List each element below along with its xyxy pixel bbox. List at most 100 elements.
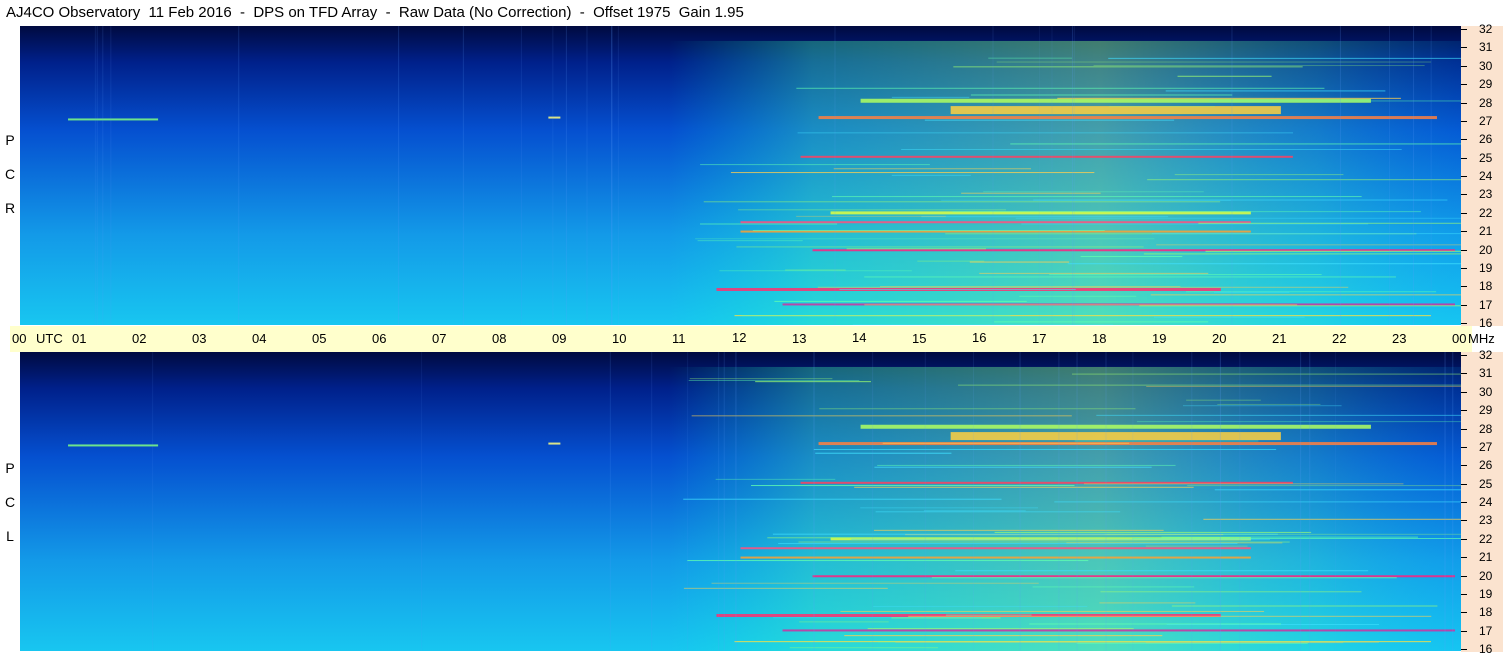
noise-streak (1165, 90, 1386, 92)
emission-band (68, 444, 159, 447)
lcp-frequency-axis: 32 31 30 29 28 27 26 25 24 23 22 21 20 19 18 17 16 (1461, 348, 1503, 656)
vertical-interference (1076, 352, 1078, 651)
noise-streak (994, 321, 1209, 323)
frequency-tick-label: 26 (1479, 458, 1493, 473)
spectrogram-activity-overlay (20, 40, 1461, 325)
noise-streak (719, 270, 912, 272)
chart-title: AJ4CO Observatory 11 Feb 2016 - DPS on T… (6, 4, 744, 21)
noise-streak (844, 635, 1163, 637)
noise-streak (819, 408, 1136, 410)
time-tick-label: 23 (1392, 331, 1407, 346)
time-tick-label: 13 (792, 331, 807, 346)
noise-streak (1096, 414, 1461, 416)
vertical-interference (1231, 26, 1233, 325)
vertical-interference (813, 352, 815, 651)
noise-streak (1205, 250, 1461, 252)
frequency-tick-label: 27 (1479, 113, 1493, 128)
vertical-interference (1191, 352, 1193, 651)
frequency-tick (1461, 410, 1467, 412)
noise-streak (840, 610, 1265, 612)
vertical-interference (520, 26, 522, 325)
noise-streak (952, 211, 1421, 213)
vertical-interference (1073, 26, 1075, 325)
noise-streak (877, 464, 1176, 466)
noise-streak (774, 300, 1027, 302)
time-tick-label: 01 (72, 331, 87, 346)
noise-streak (715, 478, 836, 480)
noise-streak (1083, 483, 1404, 485)
time-axis: 00 01 02 03 04 05 06 07 08 09 10 11 12 13 14 15 16 17 18 19… (10, 326, 1495, 352)
bottom-strip (0, 652, 1461, 672)
frequency-tick (1461, 630, 1467, 632)
emission-band (740, 547, 1251, 550)
noise-streak (924, 119, 1175, 121)
rcp-spectrogram-svg (20, 26, 1461, 325)
noise-streak (970, 94, 1233, 96)
vertical-interference (609, 352, 611, 651)
frequency-tick (1461, 649, 1467, 650)
time-tick-label: 20 (1212, 331, 1227, 346)
noise-streak (931, 577, 1397, 579)
vertical-interference (1051, 26, 1053, 325)
vertical-interference (1219, 352, 1221, 651)
frequency-tick (1461, 575, 1467, 577)
frequency-tick-label: 23 (1479, 513, 1493, 528)
noise-streak (891, 174, 971, 176)
noise-streak (687, 560, 1089, 562)
vertical-interference (421, 352, 423, 651)
vertical-interference (1430, 26, 1432, 325)
noise-streak (1029, 623, 1282, 625)
vertical-interference (924, 352, 926, 651)
frequency-tick (1461, 593, 1467, 595)
noise-streak (1080, 256, 1183, 258)
lcp-label-l: P (5, 460, 15, 476)
frequency-tick (1461, 502, 1467, 503)
vertical-interference (1309, 352, 1311, 651)
noise-streak (1214, 291, 1290, 293)
noise-streak (1104, 533, 1461, 535)
noise-streak (854, 486, 1194, 488)
frequency-tick-label: 29 (1479, 77, 1493, 92)
noise-streak (813, 448, 1277, 450)
frequency-tick-label: 18 (1479, 605, 1493, 620)
noise-streak (983, 191, 1204, 193)
noise-streak (955, 570, 1369, 572)
noise-streak (864, 276, 1396, 278)
vertical-interference (1038, 26, 1040, 325)
noise-streak (695, 238, 1155, 240)
frequency-tick-label: 22 (1479, 531, 1493, 546)
lcp-spectrogram (20, 352, 1461, 651)
noise-streak (1099, 602, 1196, 604)
noise-streak (689, 378, 833, 380)
emission-band (800, 155, 1293, 158)
time-tick-label: 03 (192, 331, 207, 346)
noise-streak (996, 61, 1432, 63)
noise-streak (691, 415, 1072, 417)
noise-streak (1145, 545, 1248, 547)
time-tick-label: 08 (492, 331, 507, 346)
vertical-interference (1058, 352, 1060, 651)
time-tick-label: 19 (1152, 331, 1167, 346)
vertical-interference (872, 352, 874, 651)
noise-streak (1174, 174, 1344, 176)
vertical-interference (398, 26, 400, 325)
time-tick-label: 04 (252, 331, 267, 346)
noise-streak (699, 223, 838, 225)
noise-streak (1187, 485, 1461, 487)
rcp-spectrogram (20, 26, 1461, 325)
frequency-tick (1461, 391, 1467, 393)
noise-streak (778, 543, 1238, 545)
noise-streak (1145, 642, 1344, 644)
noise-streak (1209, 100, 1461, 102)
frequency-tick-label: 18 (1479, 279, 1493, 294)
frequency-tick-label: 17 (1479, 297, 1493, 312)
title-bar: AJ4CO Observatory 11 Feb 2016 - DPS on T… (0, 0, 1462, 26)
noise-streak (945, 614, 1032, 616)
noise-streak (683, 587, 888, 589)
frequency-tick-label: 31 (1479, 366, 1493, 381)
noise-streak (961, 192, 1101, 194)
noise-streak (1074, 440, 1259, 442)
time-tick-label: 14 (852, 330, 867, 345)
frequency-tick (1461, 612, 1467, 614)
vertical-interference (1239, 352, 1241, 651)
